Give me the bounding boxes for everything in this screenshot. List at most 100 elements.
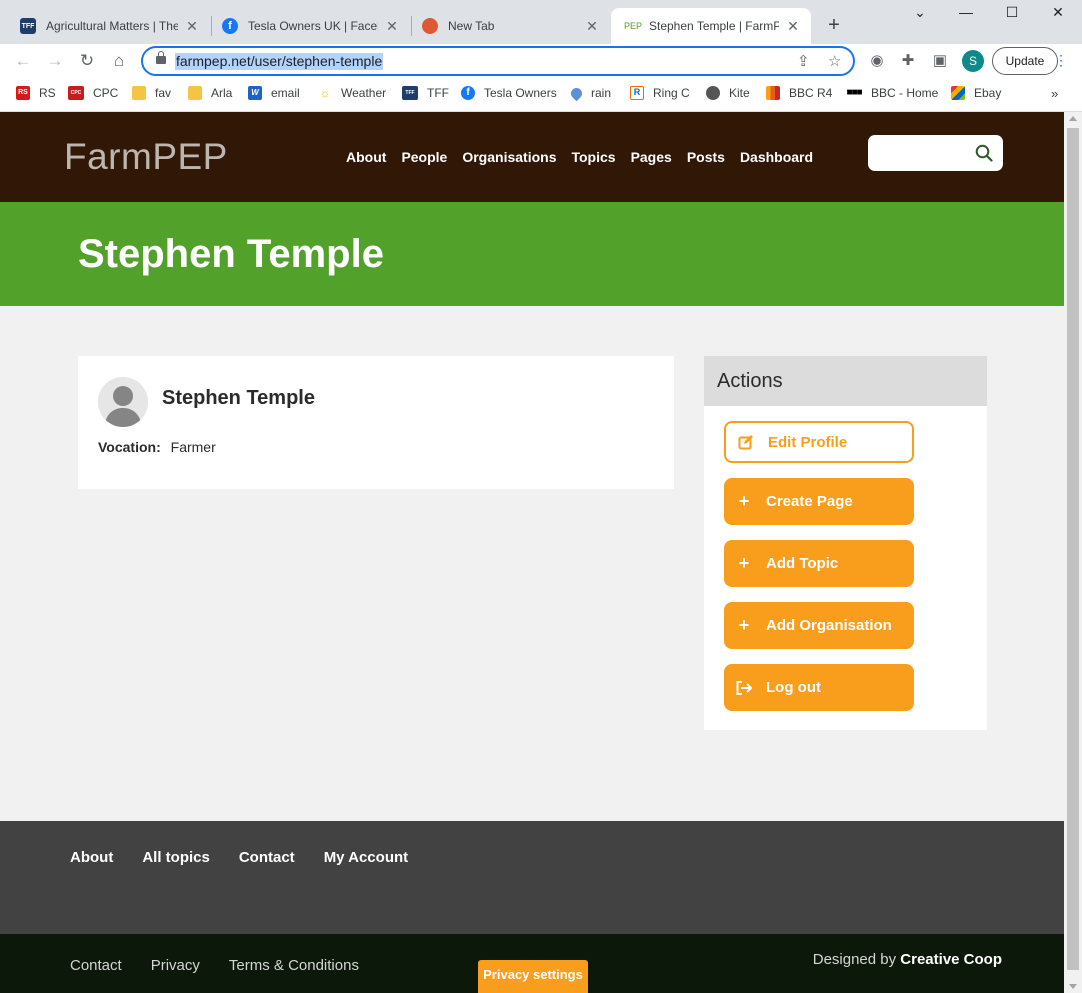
extensions-puzzle-icon[interactable]: ✚ [898,51,918,69]
browser-tab-agricultural-matters[interactable]: TFF Agricultural Matters | The ✕ [10,8,210,44]
add-topic-button[interactable]: + Add Topic [724,540,914,587]
site-header: FarmPEP About People Organisations Topic… [0,112,1064,202]
close-icon[interactable]: ✕ [584,18,600,35]
url-text[interactable]: farmpep.net/user/stephen-temple [175,53,384,70]
nav-topics[interactable]: Topics [571,149,615,165]
minimize-icon[interactable]: — [951,4,981,20]
bookmark-star-icon[interactable]: ☆ [828,52,841,70]
close-icon[interactable]: ✕ [184,18,200,35]
page-title-banner: Stephen Temple [0,202,1064,306]
address-bar[interactable]: farmpep.net/user/stephen-temple ⇪ ☆ [141,46,855,76]
add-organisation-button[interactable]: + Add Organisation [724,602,914,649]
search-input[interactable] [876,143,971,163]
browser-toolbar: ← → ↻ ⌂ farmpep.net/user/stephen-temple … [0,44,1082,78]
window-close-icon[interactable]: ✕ [1043,4,1073,21]
duckduckgo-favicon-icon [422,18,438,34]
footer-nav: About All topics Contact My Account [70,849,408,866]
close-icon[interactable]: ✕ [785,18,801,35]
button-label: Add Organisation [766,617,892,634]
bookmark-email[interactable]: Wemail [248,86,300,100]
menu-kebab-icon[interactable]: ⋮ [1054,52,1068,69]
bookmark-tff[interactable]: TFF TFF [402,86,449,100]
globe-icon [706,86,720,100]
button-label: Add Topic [766,555,839,572]
scroll-down-icon[interactable] [1069,984,1077,989]
edit-profile-button[interactable]: Edit Profile [724,421,914,463]
reload-icon[interactable]: ↻ [76,50,98,72]
footer-top: About All topics Contact My Account [0,821,1064,934]
forward-icon[interactable]: → [44,50,66,72]
close-icon[interactable]: ✕ [384,18,400,35]
scroll-up-icon[interactable] [1069,116,1077,121]
bookmark-kite[interactable]: Kite [706,86,750,100]
profile-avatar-icon[interactable]: S [962,50,984,72]
home-icon[interactable]: ⌂ [108,50,130,72]
credit-prefix: Designed by [812,951,897,968]
legal-link-contact[interactable]: Contact [70,957,122,974]
bookmark-bbc-r4[interactable]: BBC R4 [766,86,832,100]
browser-tab-tesla-owners[interactable]: f Tesla Owners UK | Facebo ✕ [212,8,410,44]
nav-people[interactable]: People [401,149,447,165]
back-icon[interactable]: ← [12,50,34,72]
bookmark-label: fav [155,86,172,100]
bookmark-bbc-home[interactable]: ■■■ BBC - Home [846,86,938,100]
bookmark-fav[interactable]: fav [132,86,171,100]
browser-tab-new-tab[interactable]: New Tab ✕ [412,8,610,44]
new-tab-button[interactable]: + [823,14,845,37]
bookmark-label: Tesla Owners [484,86,557,100]
bookmark-ebay[interactable]: Ebay [951,86,1001,100]
footer-link-about[interactable]: About [70,849,113,866]
bookmark-label: TFF [427,86,449,100]
footer-link-my-account[interactable]: My Account [324,849,408,866]
tab-title: Tesla Owners UK | Facebo [248,19,378,33]
webmail-icon: W [248,86,262,100]
designer-credit: Designed by Creative Coop [813,951,1002,968]
tab-search-icon[interactable]: ⌄ [905,4,935,21]
nav-dashboard[interactable]: Dashboard [740,149,813,165]
bookmarks-overflow-icon[interactable]: » [1051,86,1058,101]
tff-icon: TFF [402,86,418,100]
footer-link-all-topics[interactable]: All topics [142,849,210,866]
actions-panel: Actions Edit Profile + Create Page + Add… [704,356,987,730]
facebook-favicon-icon: f [222,18,238,34]
side-panel-icon[interactable]: ▣ [930,51,950,69]
bookmark-rs[interactable]: RS RS [16,86,56,100]
tff-favicon-icon: TFF [20,18,36,34]
vocation-value: Farmer [170,439,216,455]
bookmark-weather[interactable]: ☼ Weather [318,86,387,100]
extension-e-icon[interactable]: ◉ [867,51,887,69]
legal-link-terms[interactable]: Terms & Conditions [229,957,359,974]
create-page-button[interactable]: + Create Page [724,478,914,525]
bookmark-label: BBC R4 [789,86,833,100]
scrollbar-thumb[interactable] [1067,128,1079,970]
bookmark-tesla-owners[interactable]: f Tesla Owners [461,86,557,100]
nav-pages[interactable]: Pages [631,149,672,165]
plus-icon: + [738,553,750,573]
raindrop-icon [568,85,585,101]
legal-link-privacy[interactable]: Privacy [151,957,200,974]
page-scrollbar[interactable] [1064,112,1082,993]
privacy-settings-button[interactable]: Privacy settings [478,960,588,993]
search-icon[interactable] [975,144,993,162]
maximize-icon[interactable]: ☐ [997,4,1027,21]
nav-posts[interactable]: Posts [687,149,725,165]
profile-name: Stephen Temple [162,387,315,409]
tab-strip: TFF Agricultural Matters | The ✕ f Tesla… [0,0,1082,44]
farmpep-logo[interactable]: FarmPEP [64,136,228,178]
bookmark-cpc[interactable]: CPC CPC [68,86,118,100]
footer-link-contact[interactable]: Contact [239,849,295,866]
bookmark-label: Kite [729,86,750,100]
profile-card: Stephen Temple Vocation: Farmer [78,356,674,489]
update-button[interactable]: Update [992,47,1058,75]
vocation-label: Vocation: [98,439,161,455]
share-icon[interactable]: ⇪ [797,52,810,70]
browser-tab-stephen-temple[interactable]: PEP Stephen Temple | FarmPEP ✕ [611,8,811,44]
bookmark-ring-c[interactable]: R Ring C [630,86,690,100]
bookmark-arla[interactable]: Arla [188,86,232,100]
ebay-bag-icon [951,86,965,100]
nav-about[interactable]: About [346,149,386,165]
credit-link[interactable]: Creative Coop [900,951,1002,968]
log-out-button[interactable]: Log out [724,664,914,711]
bookmark-rain[interactable]: rain [568,85,611,101]
nav-organisations[interactable]: Organisations [462,149,556,165]
